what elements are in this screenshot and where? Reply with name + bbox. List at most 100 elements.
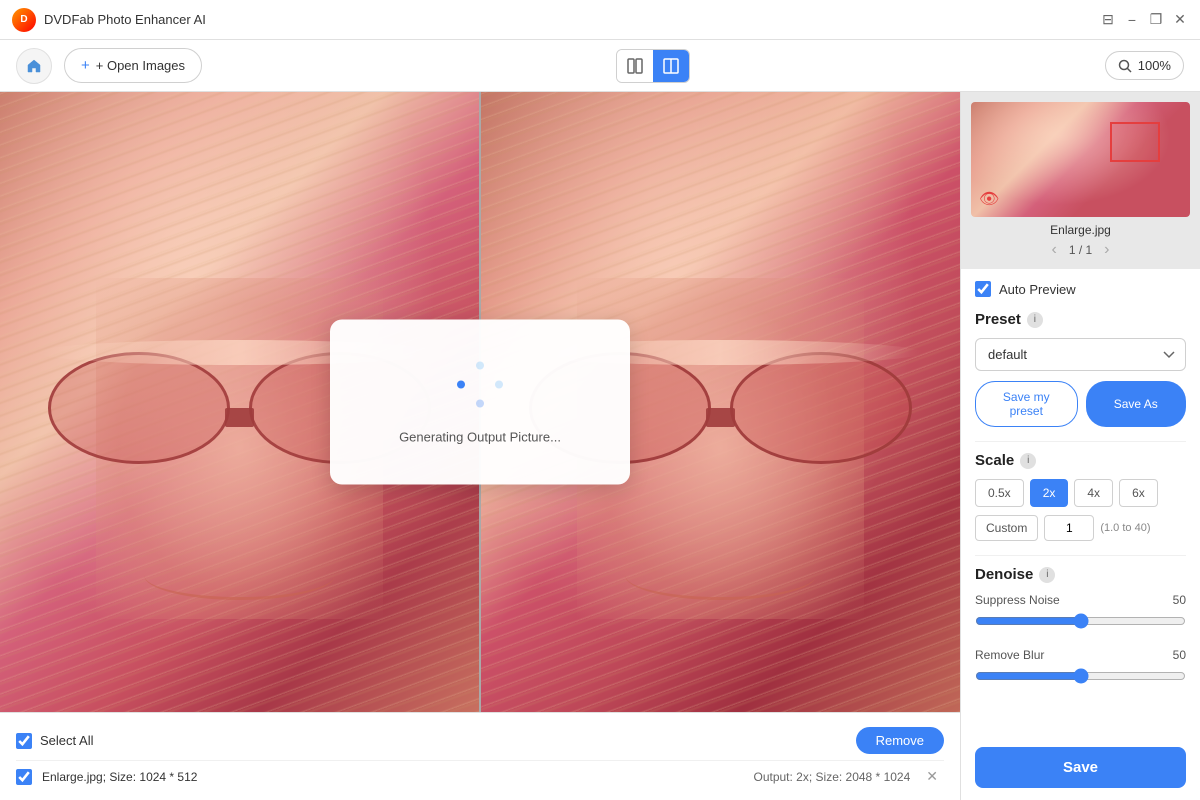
scale-buttons: 0.5x 2x 4x 6x — [975, 479, 1186, 507]
save-section: Save — [961, 747, 1200, 788]
next-page-button[interactable]: › — [1104, 241, 1109, 259]
image-area: Generating Output Picture... Select All … — [0, 92, 960, 800]
page-navigation: ‹ 1 / 1 › — [971, 241, 1190, 259]
overlay-view-button[interactable] — [653, 50, 689, 82]
preset-buttons: Save my preset Save As — [975, 381, 1186, 427]
divider-1 — [975, 441, 1186, 442]
file-checkbox[interactable] — [16, 769, 32, 785]
save-my-preset-button[interactable]: Save my preset — [975, 381, 1078, 427]
file-list: Select All Remove Enlarge.jpg; Size: 102… — [0, 712, 960, 800]
thumbnail-image: 👁 — [971, 102, 1190, 217]
toolbar-left: + + Open Images — [16, 48, 202, 84]
sunglass-bridge-right — [706, 408, 735, 427]
scale-custom-row: Custom (1.0 to 40) — [975, 515, 1186, 541]
thumbnail-filename: Enlarge.jpg — [971, 223, 1190, 237]
titlebar: D DVDFab Photo Enhancer AI ⊟ − ❐ ✕ — [0, 0, 1200, 40]
remove-blur-slider[interactable] — [975, 668, 1186, 684]
select-all-label: Select All — [40, 733, 93, 748]
sunglass-bridge-left — [225, 408, 254, 427]
sunglass-right-right — [730, 352, 912, 464]
sunglass-left-left — [48, 352, 230, 464]
view-toggle — [616, 49, 690, 83]
window-controls: ⊟ − ❐ ✕ — [1100, 12, 1188, 28]
divider-2 — [975, 555, 1186, 556]
scale-btn-2x[interactable]: 2x — [1030, 479, 1069, 507]
zoom-icon — [1118, 59, 1132, 73]
suppress-noise-slider-row: Suppress Noise 50 — [975, 593, 1186, 634]
scale-custom-button[interactable]: Custom — [975, 515, 1038, 541]
toolbar: + + Open Images 100% — [0, 40, 1200, 92]
select-all-left: Select All — [16, 733, 93, 749]
close-button[interactable]: ✕ — [1172, 12, 1188, 28]
plus-icon: + — [81, 57, 90, 74]
overlay-view-icon — [663, 58, 679, 74]
image-container: Generating Output Picture... — [0, 92, 960, 712]
preset-info-icon[interactable]: i — [1027, 312, 1043, 328]
file-size: Size: 1024 * 512 — [109, 770, 197, 784]
loading-overlay: Generating Output Picture... — [330, 320, 630, 485]
remove-blur-label: Remove Blur — [975, 648, 1044, 662]
spinner-dot-1 — [476, 362, 484, 370]
restore-button[interactable]: ❐ — [1148, 12, 1164, 28]
select-all-row: Select All Remove — [16, 721, 944, 760]
app-logo: D — [12, 8, 36, 32]
scale-btn-6x[interactable]: 6x — [1119, 479, 1158, 507]
open-images-label: + Open Images — [96, 58, 185, 73]
scale-custom-input[interactable] — [1044, 515, 1094, 541]
denoise-info-icon[interactable]: i — [1039, 567, 1055, 583]
thumbnail-area: 👁 Enlarge.jpg ‹ 1 / 1 › — [961, 92, 1200, 269]
select-all-checkbox[interactable] — [16, 733, 32, 749]
zoom-level: 100% — [1138, 58, 1171, 73]
split-view-icon — [627, 58, 643, 74]
thumbnail-selection-rect — [1110, 122, 1160, 162]
remove-button[interactable]: Remove — [856, 727, 944, 754]
suppress-noise-value: 50 — [1173, 593, 1186, 607]
scale-section-header: Scale i — [975, 452, 1186, 469]
suppress-noise-label: Suppress Noise — [975, 593, 1060, 607]
prev-page-button[interactable]: ‹ — [1051, 241, 1056, 259]
scale-range-label: (1.0 to 40) — [1100, 522, 1150, 534]
remove-blur-slider-row: Remove Blur 50 — [975, 648, 1186, 689]
spinner-dot-4 — [476, 400, 484, 408]
suppress-noise-label-row: Suppress Noise 50 — [975, 593, 1186, 607]
suppress-noise-slider[interactable] — [975, 613, 1186, 629]
loading-spinner — [455, 360, 505, 410]
preset-title: Preset — [975, 311, 1021, 328]
preset-dropdown[interactable]: default portrait landscape custom — [975, 338, 1186, 371]
scale-title: Scale — [975, 452, 1014, 469]
auto-preview-label: Auto Preview — [999, 282, 1076, 297]
app-title: DVDFab Photo Enhancer AI — [44, 12, 206, 27]
file-output: Output: 2x; Size: 2048 * 1024 — [753, 770, 910, 784]
denoise-section: Denoise i Suppress Noise 50 Remove Blur … — [975, 566, 1186, 689]
auto-preview-row: Auto Preview — [975, 281, 1186, 297]
right-panel: 👁 Enlarge.jpg ‹ 1 / 1 › Auto Preview Pre… — [960, 92, 1200, 800]
minimize-button[interactable]: − — [1124, 12, 1140, 28]
spinner-dot-2 — [457, 381, 465, 389]
remove-blur-value: 50 — [1173, 648, 1186, 662]
scale-section: Scale i 0.5x 2x 4x 6x Custom (1.0 to 40) — [975, 452, 1186, 541]
spinner-dot-3 — [495, 381, 503, 389]
page-info: 1 / 1 — [1069, 243, 1092, 257]
home-icon — [25, 57, 43, 75]
save-button[interactable]: Save — [975, 747, 1186, 788]
file-close-button[interactable]: ✕ — [920, 766, 944, 787]
filter-button[interactable]: ⊟ — [1100, 12, 1116, 28]
denoise-title: Denoise — [975, 566, 1033, 583]
file-name: Enlarge.jpg — [42, 770, 103, 784]
open-images-button[interactable]: + + Open Images — [64, 48, 202, 83]
loading-text: Generating Output Picture... — [399, 430, 561, 445]
file-row: Enlarge.jpg; Size: 1024 * 512 Output: 2x… — [16, 760, 944, 792]
split-view-button[interactable] — [617, 50, 653, 82]
save-as-button[interactable]: Save As — [1086, 381, 1187, 427]
main-content: Generating Output Picture... Select All … — [0, 92, 1200, 800]
file-info: Enlarge.jpg; Size: 1024 * 512 — [42, 770, 743, 784]
scale-btn-4x[interactable]: 4x — [1074, 479, 1113, 507]
scale-btn-0.5x[interactable]: 0.5x — [975, 479, 1024, 507]
eye-icon: 👁 — [979, 189, 999, 209]
titlebar-left: D DVDFab Photo Enhancer AI — [12, 8, 206, 32]
denoise-section-header: Denoise i — [975, 566, 1186, 583]
home-button[interactable] — [16, 48, 52, 84]
zoom-control[interactable]: 100% — [1105, 51, 1184, 80]
scale-info-icon[interactable]: i — [1020, 453, 1036, 469]
auto-preview-checkbox[interactable] — [975, 281, 991, 297]
